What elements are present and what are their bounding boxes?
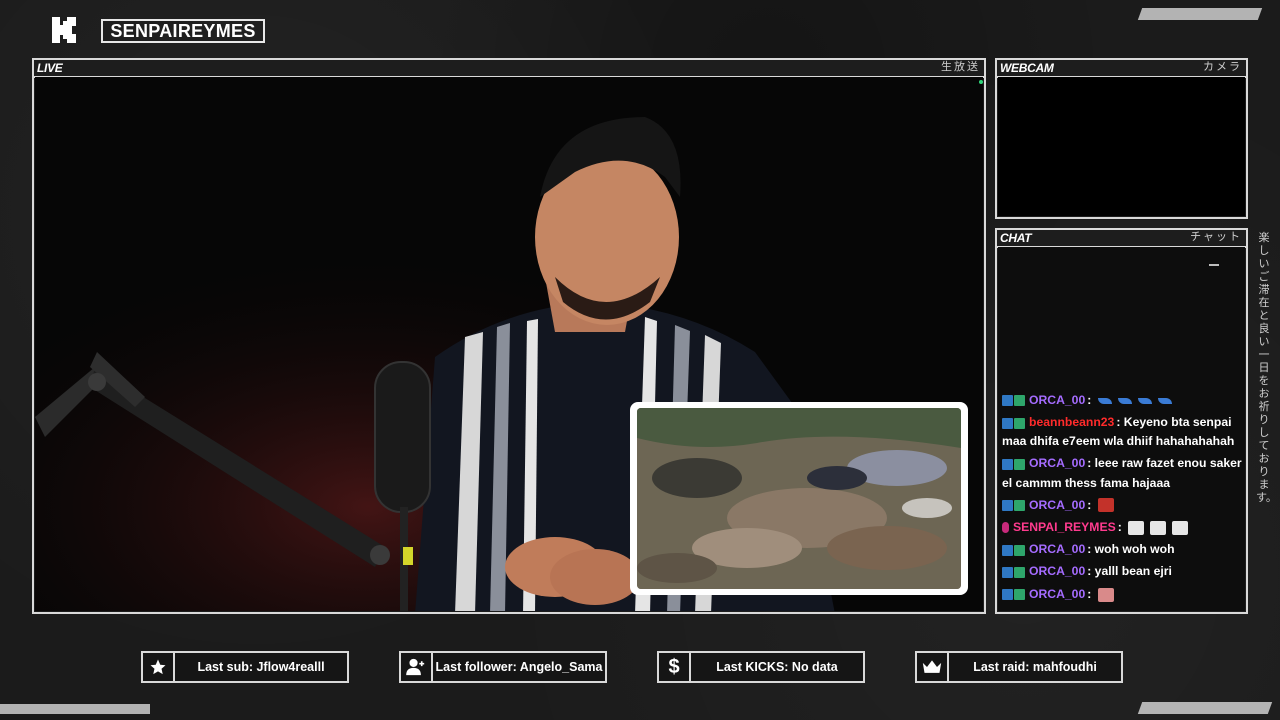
webcam-panel: WEBCAM カメラ <box>995 58 1248 219</box>
chat-badges <box>1002 391 1026 410</box>
chat-panel-header: CHAT チャット <box>997 230 1246 248</box>
broadcaster-badge-icon <box>1002 522 1009 534</box>
webcam-jp-label: カメラ <box>1203 61 1242 73</box>
chat-username[interactable]: beannbeann23 <box>1029 415 1114 429</box>
gift-badge-icon <box>1014 395 1025 407</box>
chat-emote-icon <box>1137 397 1152 404</box>
chat-emote-icon <box>1128 520 1145 535</box>
live-jp-label: 生放送 <box>941 61 980 73</box>
chat-label: CHAT <box>1000 231 1032 245</box>
chat-emote-icon <box>1097 587 1114 602</box>
subscriber-badge-icon <box>1002 589 1013 601</box>
gift-badge-icon <box>1014 417 1025 429</box>
webcam-feed[interactable] <box>998 77 1245 216</box>
webcam-panel-header: WEBCAM カメラ <box>997 60 1246 78</box>
chat-message: ORCA_00: leee raw fazet enou saker el ca… <box>1002 454 1243 492</box>
chat-emote-icon <box>1150 520 1167 535</box>
gift-badge-icon <box>1014 500 1025 512</box>
chat-emote-icon <box>1097 397 1112 404</box>
crown-icon <box>917 653 949 681</box>
dollar-icon: $ <box>659 653 691 681</box>
chat-message: ORCA_00: <box>1002 496 1243 515</box>
chat-message: ORCA_00: <box>1002 585 1243 604</box>
frame-scratch-top-right <box>1137 8 1263 20</box>
chat-message: SENPAI_REYMES: <box>1002 518 1243 537</box>
last-follower-text: Last follower: Angelo_Sama <box>435 660 603 674</box>
subscriber-badge-icon <box>1002 567 1013 578</box>
chat-separator: : <box>1087 392 1095 407</box>
chat-panel: CHAT チャット ORCA_00: beannbeann23: Keyeno … <box>995 228 1248 614</box>
chat-message: ORCA_00: yalll bean ejri <box>1002 562 1243 581</box>
channel-name-badge: SENPAIREYMES <box>101 19 265 43</box>
chat-username[interactable]: ORCA_00 <box>1029 393 1085 407</box>
chat-badges <box>1002 496 1026 515</box>
subscriber-badge-icon <box>1002 500 1013 512</box>
chat-separator: : <box>1087 456 1095 471</box>
chat-message-list: ORCA_00: beannbeann23: Keyeno bta senpai… <box>1002 388 1243 607</box>
subscriber-badge-icon <box>1002 395 1013 407</box>
last-kicks-text: Last KICKS: No data <box>716 660 838 674</box>
chat-separator: : <box>1087 497 1095 512</box>
chat-username[interactable]: ORCA_00 <box>1029 587 1085 601</box>
chat-separator: : <box>1087 564 1095 579</box>
subscriber-badge-icon <box>1002 417 1013 429</box>
chat-jp-label: チャット <box>1190 231 1242 243</box>
chat-message: beannbeann23: Keyeno bta senpai maa dhif… <box>1002 413 1243 451</box>
chat-text: yalll bean ejri <box>1094 564 1172 579</box>
last-sub-box: Last sub: Jflow4realll <box>141 651 349 683</box>
gift-badge-icon <box>1014 589 1025 601</box>
side-japanese-text: 楽しいご滞在と良い一日をお祈りしております。 <box>1256 232 1277 504</box>
kick-logo-icon[interactable] <box>50 15 78 45</box>
chat-badges <box>1002 585 1026 604</box>
chat-separator: : <box>1087 586 1095 601</box>
live-label: LIVE <box>37 61 63 75</box>
chat-badges <box>1002 540 1026 559</box>
clip-overlay[interactable] <box>630 402 968 595</box>
chat-emote-icon <box>1097 498 1114 513</box>
gift-badge-icon <box>1014 567 1025 578</box>
last-follower-box: Last follower: Angelo_Sama <box>399 651 607 683</box>
chat-scroll-indicator[interactable] <box>1209 264 1219 266</box>
chat-username[interactable]: SENPAI_REYMES <box>1013 520 1116 534</box>
chat-separator: : <box>1087 542 1095 557</box>
chat-badges <box>1002 455 1026 474</box>
gift-badge-icon <box>1014 544 1025 556</box>
chat-username[interactable]: ORCA_00 <box>1029 542 1085 556</box>
frame-scratch-bottom-left <box>0 704 150 714</box>
channel-name: SENPAIREYMES <box>110 21 256 41</box>
frame-scratch-bottom-right <box>1137 702 1273 714</box>
chat-separator: : <box>1116 415 1124 430</box>
chat-message: ORCA_00: woh woh woh <box>1002 540 1243 559</box>
chat-separator: : <box>1117 519 1126 534</box>
live-panel-header: LIVE 生放送 <box>34 60 984 78</box>
chat-badges <box>1002 518 1010 537</box>
chat-emote-icon <box>1157 397 1172 404</box>
chat-message: ORCA_00: <box>1002 391 1243 410</box>
chat-username[interactable]: ORCA_00 <box>1029 456 1085 470</box>
chat-username[interactable]: ORCA_00 <box>1029 498 1085 512</box>
subscriber-badge-icon <box>1002 458 1013 470</box>
chat-emote-icon <box>1172 520 1189 535</box>
chat-emote-icon <box>1117 397 1132 404</box>
last-raid-box: Last raid: mahfoudhi <box>915 651 1123 683</box>
rubble-scene-image <box>637 408 961 589</box>
webcam-label: WEBCAM <box>1000 61 1054 75</box>
subscriber-badge-icon <box>1002 544 1013 556</box>
user-plus-icon <box>401 653 433 681</box>
last-sub-text: Last sub: Jflow4realll <box>197 660 325 674</box>
last-raid-text: Last raid: mahfoudhi <box>973 660 1097 674</box>
star-icon <box>143 653 175 681</box>
chat-badges <box>1002 413 1026 432</box>
chat-body[interactable]: ORCA_00: beannbeann23: Keyeno bta senpai… <box>998 247 1245 611</box>
chat-username[interactable]: ORCA_00 <box>1029 564 1085 578</box>
chat-badges <box>1002 563 1026 582</box>
last-kicks-box: $ Last KICKS: No data <box>657 651 865 683</box>
gift-badge-icon <box>1014 458 1025 470</box>
clip-image <box>637 408 961 589</box>
chat-text: woh woh woh <box>1094 542 1175 557</box>
